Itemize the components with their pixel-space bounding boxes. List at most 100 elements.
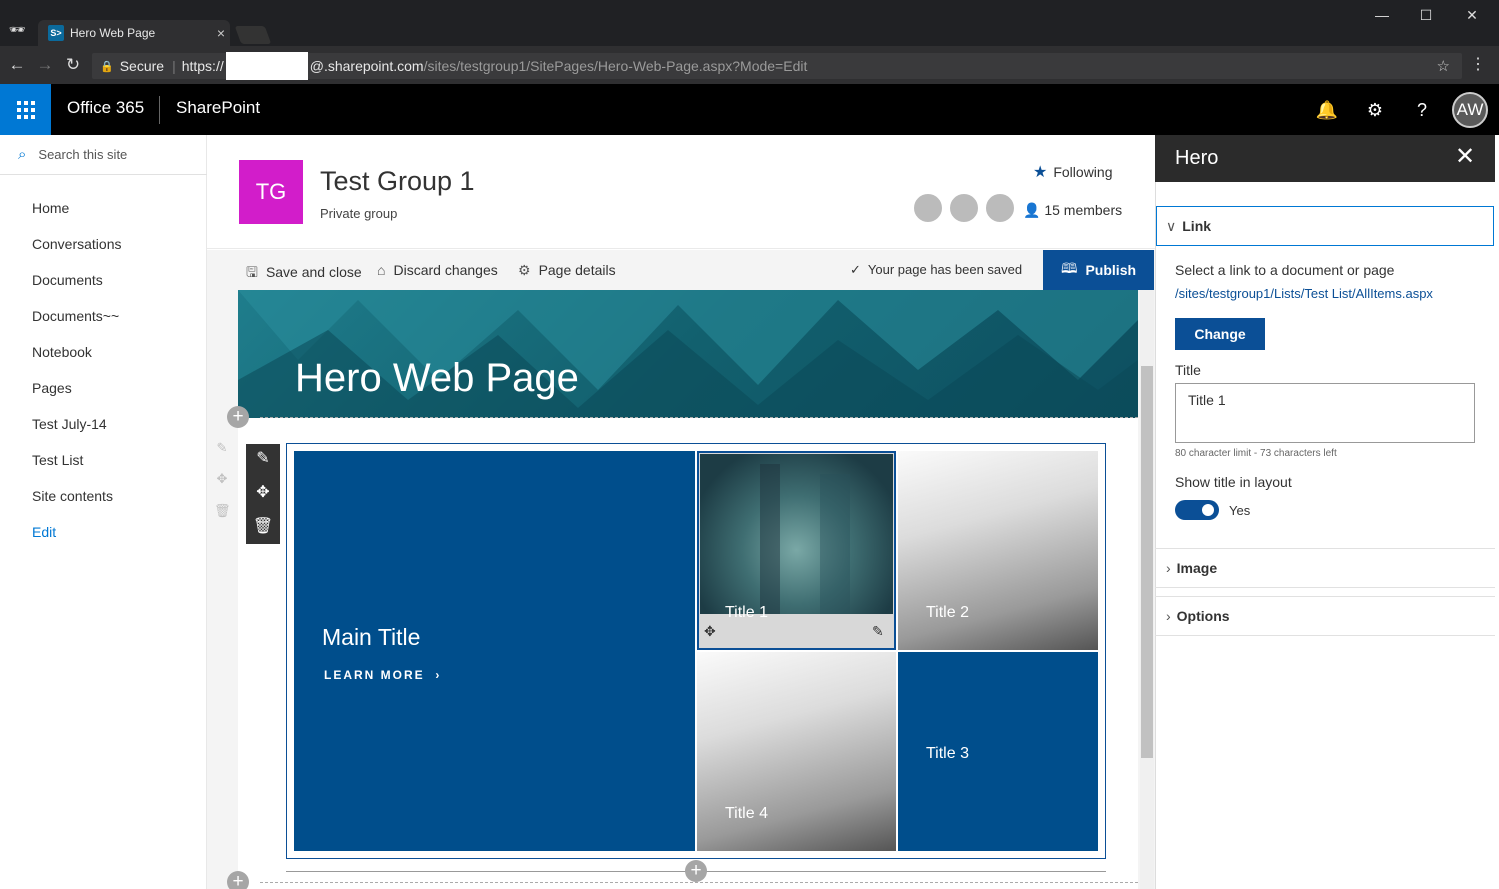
app-launcher-icon[interactable] [0,84,51,135]
learn-more-link[interactable]: LEARN MORE › [324,668,441,682]
incognito-icon: 🕶 [8,22,26,37]
settings-gear-icon[interactable]: ⚙ [1361,96,1389,124]
url-path: /sites/testgroup1/SitePages/Hero-Web-Pag… [423,58,808,74]
title-field-label: Title [1175,362,1201,378]
change-link-button[interactable]: Change [1175,318,1265,350]
site-title[interactable]: Test Group 1 [320,166,475,197]
nav-item-pages[interactable]: Pages [32,380,72,396]
publish-label: Publish [1085,262,1137,278]
delete-webpart-icon[interactable]: 🗑 [246,512,280,542]
save-icon: 🖫 [246,264,258,280]
section-divider [1155,596,1495,597]
learn-more-label: LEARN MORE [324,668,425,682]
nav-edit-link[interactable]: Edit [32,524,56,540]
page-title[interactable]: Hero Web Page [295,356,579,401]
saved-status: ✓ Your page has been saved [850,262,1022,278]
nav-item-test-list[interactable]: Test List [32,452,83,468]
save-close-label: Save and close [265,264,362,280]
link-url[interactable]: /sites/testgroup1/Lists/Test List/AllIte… [1175,286,1433,301]
section-divider [1155,635,1495,636]
nav-item-notebook[interactable]: Notebook [32,344,92,360]
chrome-menu-icon[interactable]: ⋮ [1468,54,1488,78]
maximize-icon[interactable]: ☐ [1406,4,1446,26]
back-icon[interactable]: ← [6,54,28,76]
delete-section-icon[interactable]: 🗑 [214,503,231,521]
gear-icon: ⚙ [518,262,531,278]
add-section-bottom-icon[interactable]: + [227,871,249,889]
members-count[interactable]: 👤 15 members [1023,202,1122,219]
page-details-button[interactable]: ⚙ Page details [518,262,616,279]
move-tile-icon[interactable]: ✥ [704,623,716,640]
toggle-knob [1202,504,1214,516]
minimize-icon[interactable]: — [1362,4,1402,26]
tile-1-title: Title 1 [725,604,768,621]
publish-button[interactable]: 🕮 Publish [1043,250,1154,290]
toggle-state-label: Yes [1229,503,1251,518]
add-webpart-icon[interactable]: + [685,860,707,882]
user-avatar[interactable]: AW [1452,92,1488,128]
suite-divider [159,96,160,124]
nav-item-site-contents[interactable]: Site contents [32,488,113,504]
forward-icon[interactable]: → [34,54,56,76]
member-avatar[interactable] [912,192,944,224]
chevron-right-icon: › [1166,608,1171,624]
move-section-icon[interactable]: ✥ [214,471,230,489]
tab-title: Hero Web Page [70,26,156,40]
page-details-label: Page details [538,262,616,278]
notifications-bell-icon[interactable]: 🔔 [1313,96,1341,124]
address-bar[interactable]: 🔒 Secure | https:// @.sharepoint.com /si… [92,52,1462,80]
title-field[interactable]: Title 1 [1175,383,1475,443]
bookmark-star-icon[interactable]: ☆ [1437,57,1450,75]
site-search-box[interactable]: ⌕ Search this site [0,135,207,175]
link-section-label: Link [1182,218,1212,234]
save-close-button[interactable]: 🖫 Save and close [246,262,362,286]
reload-icon[interactable]: ↻ [62,54,84,76]
chevron-right-icon: › [1166,560,1171,576]
sharepoint-favicon-icon: S> [48,25,64,41]
saved-status-label: Your page has been saved [867,262,1023,277]
checkmark-icon: ✓ [850,262,861,277]
add-section-icon[interactable]: + [227,406,249,428]
scrollbar-thumb[interactable] [1141,366,1153,758]
member-avatar[interactable] [984,192,1016,224]
url-host: @.sharepoint.com [309,58,424,74]
section-divider [260,417,1138,418]
image-section-label: Image [1176,560,1218,576]
chevron-down-icon: ∨ [1166,218,1177,234]
discard-icon: ⌂ [377,262,386,278]
person-icon: 👤 [1023,202,1041,218]
edit-section-icon[interactable]: ✎ [214,440,230,458]
publish-icon: 🕮 [1060,260,1078,276]
window-close-icon[interactable]: ✕ [1452,4,1492,26]
nav-item-documents-alt[interactable]: Documents~~ [32,308,119,324]
sharepoint-label[interactable]: SharePoint [176,98,260,118]
browser-tab[interactable]: S> Hero Web Page × [38,20,230,46]
help-icon[interactable]: ? [1408,96,1436,124]
close-icon[interactable]: ✕ [1453,145,1477,169]
site-subtitle: Private group [320,206,398,221]
char-limit-hint: 80 character limit - 73 characters left [1175,448,1337,459]
edit-webpart-icon[interactable]: ✎ [246,444,280,474]
options-section-toggle[interactable]: › Options [1166,608,1230,624]
tab-close-icon[interactable]: × [212,25,230,41]
url-redaction [225,52,308,80]
following-button[interactable]: ★ Following [1033,162,1112,182]
member-avatar[interactable] [948,192,980,224]
nav-item-conversations[interactable]: Conversations [32,236,122,252]
search-placeholder: Search this site [38,147,128,162]
nav-item-documents[interactable]: Documents [32,272,103,288]
office365-label[interactable]: Office 365 [67,98,144,118]
new-tab-button[interactable] [234,26,272,44]
image-section-toggle[interactable]: › Image [1166,560,1217,576]
site-logo[interactable]: TG [239,160,303,224]
move-webpart-icon[interactable]: ✥ [246,478,280,508]
nav-item-home[interactable]: Home [32,200,69,216]
tile-4-title: Title 4 [725,805,768,822]
link-section-toggle[interactable]: ∨ Link [1166,218,1211,235]
hero-main-tile[interactable] [294,451,695,851]
nav-item-test-july[interactable]: Test July-14 [32,416,107,432]
edit-tile-icon[interactable]: ✎ [872,623,884,640]
tile-2-title: Title 2 [926,604,969,621]
discard-changes-button[interactable]: ⌂ Discard changes [377,262,498,278]
section-divider [1155,548,1495,549]
